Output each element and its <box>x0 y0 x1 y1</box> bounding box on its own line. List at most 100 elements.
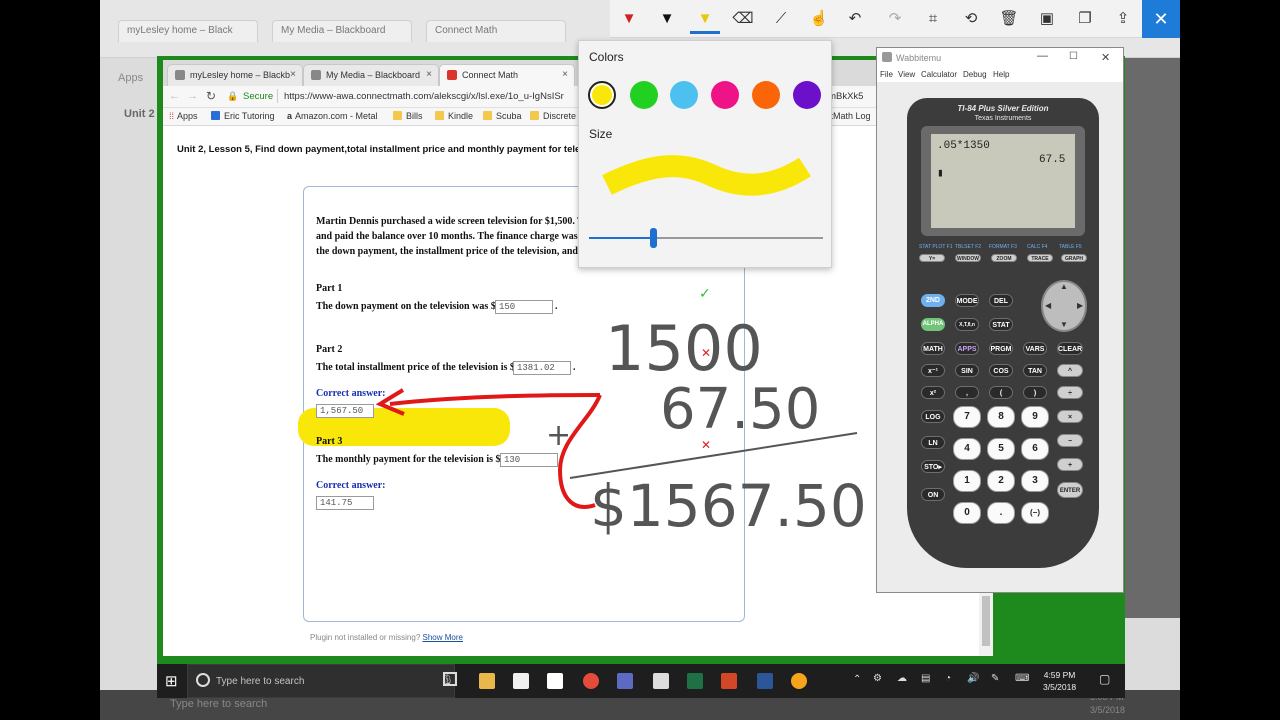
key-decimal[interactable]: . <box>987 502 1015 524</box>
key-multiply[interactable]: × <box>1057 410 1083 423</box>
calculator-app-icon[interactable] <box>617 673 633 689</box>
key-power[interactable]: ^ <box>1057 364 1083 377</box>
key-zoom[interactable]: ZOOM <box>991 254 1017 262</box>
key-mode[interactable]: MODE <box>955 294 979 307</box>
key-4[interactable]: 4 <box>953 438 981 460</box>
action-center-icon[interactable]: ▢ <box>1099 672 1110 686</box>
eraser-icon[interactable]: ⌫ <box>728 4 758 34</box>
color-swatch-green[interactable] <box>630 81 658 109</box>
onedrive-icon[interactable]: ☁ <box>897 673 907 684</box>
key-close-paren[interactable]: ) <box>1023 386 1047 399</box>
taskbar-search-box[interactable]: Type here to search 🎙 <box>187 664 455 698</box>
key-alpha[interactable]: ALPHA <box>921 318 945 331</box>
crop-icon[interactable]: ⌗ <box>918 4 948 34</box>
copy-icon[interactable]: ❐ <box>1070 4 1100 34</box>
save-icon[interactable]: ▣ <box>1032 4 1062 34</box>
close-button[interactable]: ✕ <box>1142 0 1180 38</box>
key-on[interactable]: ON <box>921 488 945 501</box>
key-apps[interactable]: APPS <box>955 342 979 355</box>
close-icon[interactable]: ✕ <box>1101 51 1110 64</box>
keyboard-icon[interactable]: ⌨ <box>1015 673 1029 684</box>
key-open-paren[interactable]: ( <box>989 386 1013 399</box>
key-2nd[interactable]: 2ND <box>921 294 945 307</box>
key-y-equals[interactable]: Y= <box>919 254 945 262</box>
tray-icon[interactable]: ⚙ <box>873 673 882 684</box>
key-3[interactable]: 3 <box>1021 470 1049 492</box>
powerpoint-icon[interactable] <box>721 673 737 689</box>
ruler-icon[interactable]: ⟋ <box>766 4 796 34</box>
key-ln[interactable]: LN <box>921 436 945 449</box>
maximize-icon[interactable]: ☐ <box>1069 51 1078 62</box>
key-subtract[interactable]: − <box>1057 434 1083 447</box>
key-1[interactable]: 1 <box>953 470 981 492</box>
tray-icon[interactable]: ▤ <box>921 673 930 684</box>
key-window[interactable]: WINDOW <box>955 254 981 262</box>
key-stat[interactable]: STAT <box>989 318 1013 331</box>
key-vars[interactable]: VARS <box>1023 342 1047 355</box>
key-trace[interactable]: TRACE <box>1027 254 1053 262</box>
redo-icon[interactable]: ↷ <box>880 4 910 34</box>
ballpoint-pen-icon[interactable]: ▼ <box>614 4 644 34</box>
color-swatch-pink[interactable] <box>711 81 739 109</box>
key-log[interactable]: LOG <box>921 410 945 423</box>
menu-help[interactable]: Help <box>993 70 1009 79</box>
arrow-pad[interactable]: ▲ ▼ ◀ ▶ <box>1041 280 1087 332</box>
key-square[interactable]: x² <box>921 386 945 399</box>
wifi-icon[interactable]: ◔ <box>945 673 951 684</box>
key-del[interactable]: DEL <box>989 294 1013 307</box>
menu-debug[interactable]: Debug <box>963 70 987 79</box>
color-swatch-yellow[interactable] <box>588 81 616 109</box>
settings-app-icon[interactable] <box>791 673 807 689</box>
color-swatch-light-blue[interactable] <box>670 81 698 109</box>
key-sin[interactable]: SIN <box>955 364 979 377</box>
key-7[interactable]: 7 <box>953 406 981 428</box>
menu-file[interactable]: File <box>880 70 893 79</box>
arrow-right-icon[interactable]: ▶ <box>1077 301 1083 310</box>
task-view-icon[interactable] <box>443 672 457 686</box>
key-store[interactable]: STO▸ <box>921 460 945 473</box>
key-reciprocal[interactable]: x⁻¹ <box>921 364 945 377</box>
volume-icon[interactable]: 🔊 <box>967 673 979 684</box>
store-icon[interactable] <box>513 673 529 689</box>
clock[interactable]: 4:59 PM 3/5/2018 <box>1043 669 1076 693</box>
key-5[interactable]: 5 <box>987 438 1015 460</box>
file-explorer-icon[interactable] <box>479 673 495 689</box>
key-2[interactable]: 2 <box>987 470 1015 492</box>
history-icon[interactable]: ⟲ <box>956 4 986 34</box>
key-comma[interactable]: , <box>955 386 979 399</box>
menu-calculator[interactable]: Calculator <box>921 70 957 79</box>
key-cos[interactable]: COS <box>989 364 1013 377</box>
minimize-icon[interactable]: — <box>1037 50 1048 62</box>
key-tan[interactable]: TAN <box>1023 364 1047 377</box>
undo-icon[interactable]: ↶ <box>840 4 870 34</box>
key-math[interactable]: MATH <box>921 342 945 355</box>
arrow-left-icon[interactable]: ◀ <box>1045 301 1051 310</box>
chrome-icon[interactable] <box>583 673 599 689</box>
key-prgm[interactable]: PRGM <box>989 342 1013 355</box>
key-graph[interactable]: GRAPH <box>1061 254 1087 262</box>
mail-icon[interactable] <box>547 673 563 689</box>
share-icon[interactable]: ⇪ <box>1108 4 1138 34</box>
key-enter[interactable]: ENTER <box>1057 482 1083 498</box>
key-6[interactable]: 6 <box>1021 438 1049 460</box>
key-8[interactable]: 8 <box>987 406 1015 428</box>
key-divide[interactable]: ÷ <box>1057 386 1083 399</box>
key-add[interactable]: + <box>1057 458 1083 471</box>
excel-icon[interactable] <box>687 673 703 689</box>
windows-start-icon[interactable]: ⊞ <box>165 672 178 690</box>
color-swatch-orange[interactable] <box>752 81 780 109</box>
key-0[interactable]: 0 <box>953 502 981 524</box>
menu-view[interactable]: View <box>898 70 915 79</box>
highlighter-icon[interactable]: ▼ <box>690 4 720 34</box>
key-xt-theta-n[interactable]: X,T,θ,n <box>955 318 979 331</box>
arrow-down-icon[interactable]: ▼ <box>1060 320 1068 329</box>
size-slider-thumb[interactable] <box>650 228 657 248</box>
word-icon[interactable] <box>757 673 773 689</box>
snipping-tool-icon[interactable] <box>653 673 669 689</box>
color-swatch-purple[interactable] <box>793 81 821 109</box>
touch-writing-icon[interactable]: ☝ <box>804 4 834 34</box>
key-9[interactable]: 9 <box>1021 406 1049 428</box>
arrow-up-icon[interactable]: ▲ <box>1060 282 1068 291</box>
show-hidden-icons[interactable]: ⌃ <box>853 674 861 685</box>
key-negative[interactable]: (−) <box>1021 502 1049 524</box>
